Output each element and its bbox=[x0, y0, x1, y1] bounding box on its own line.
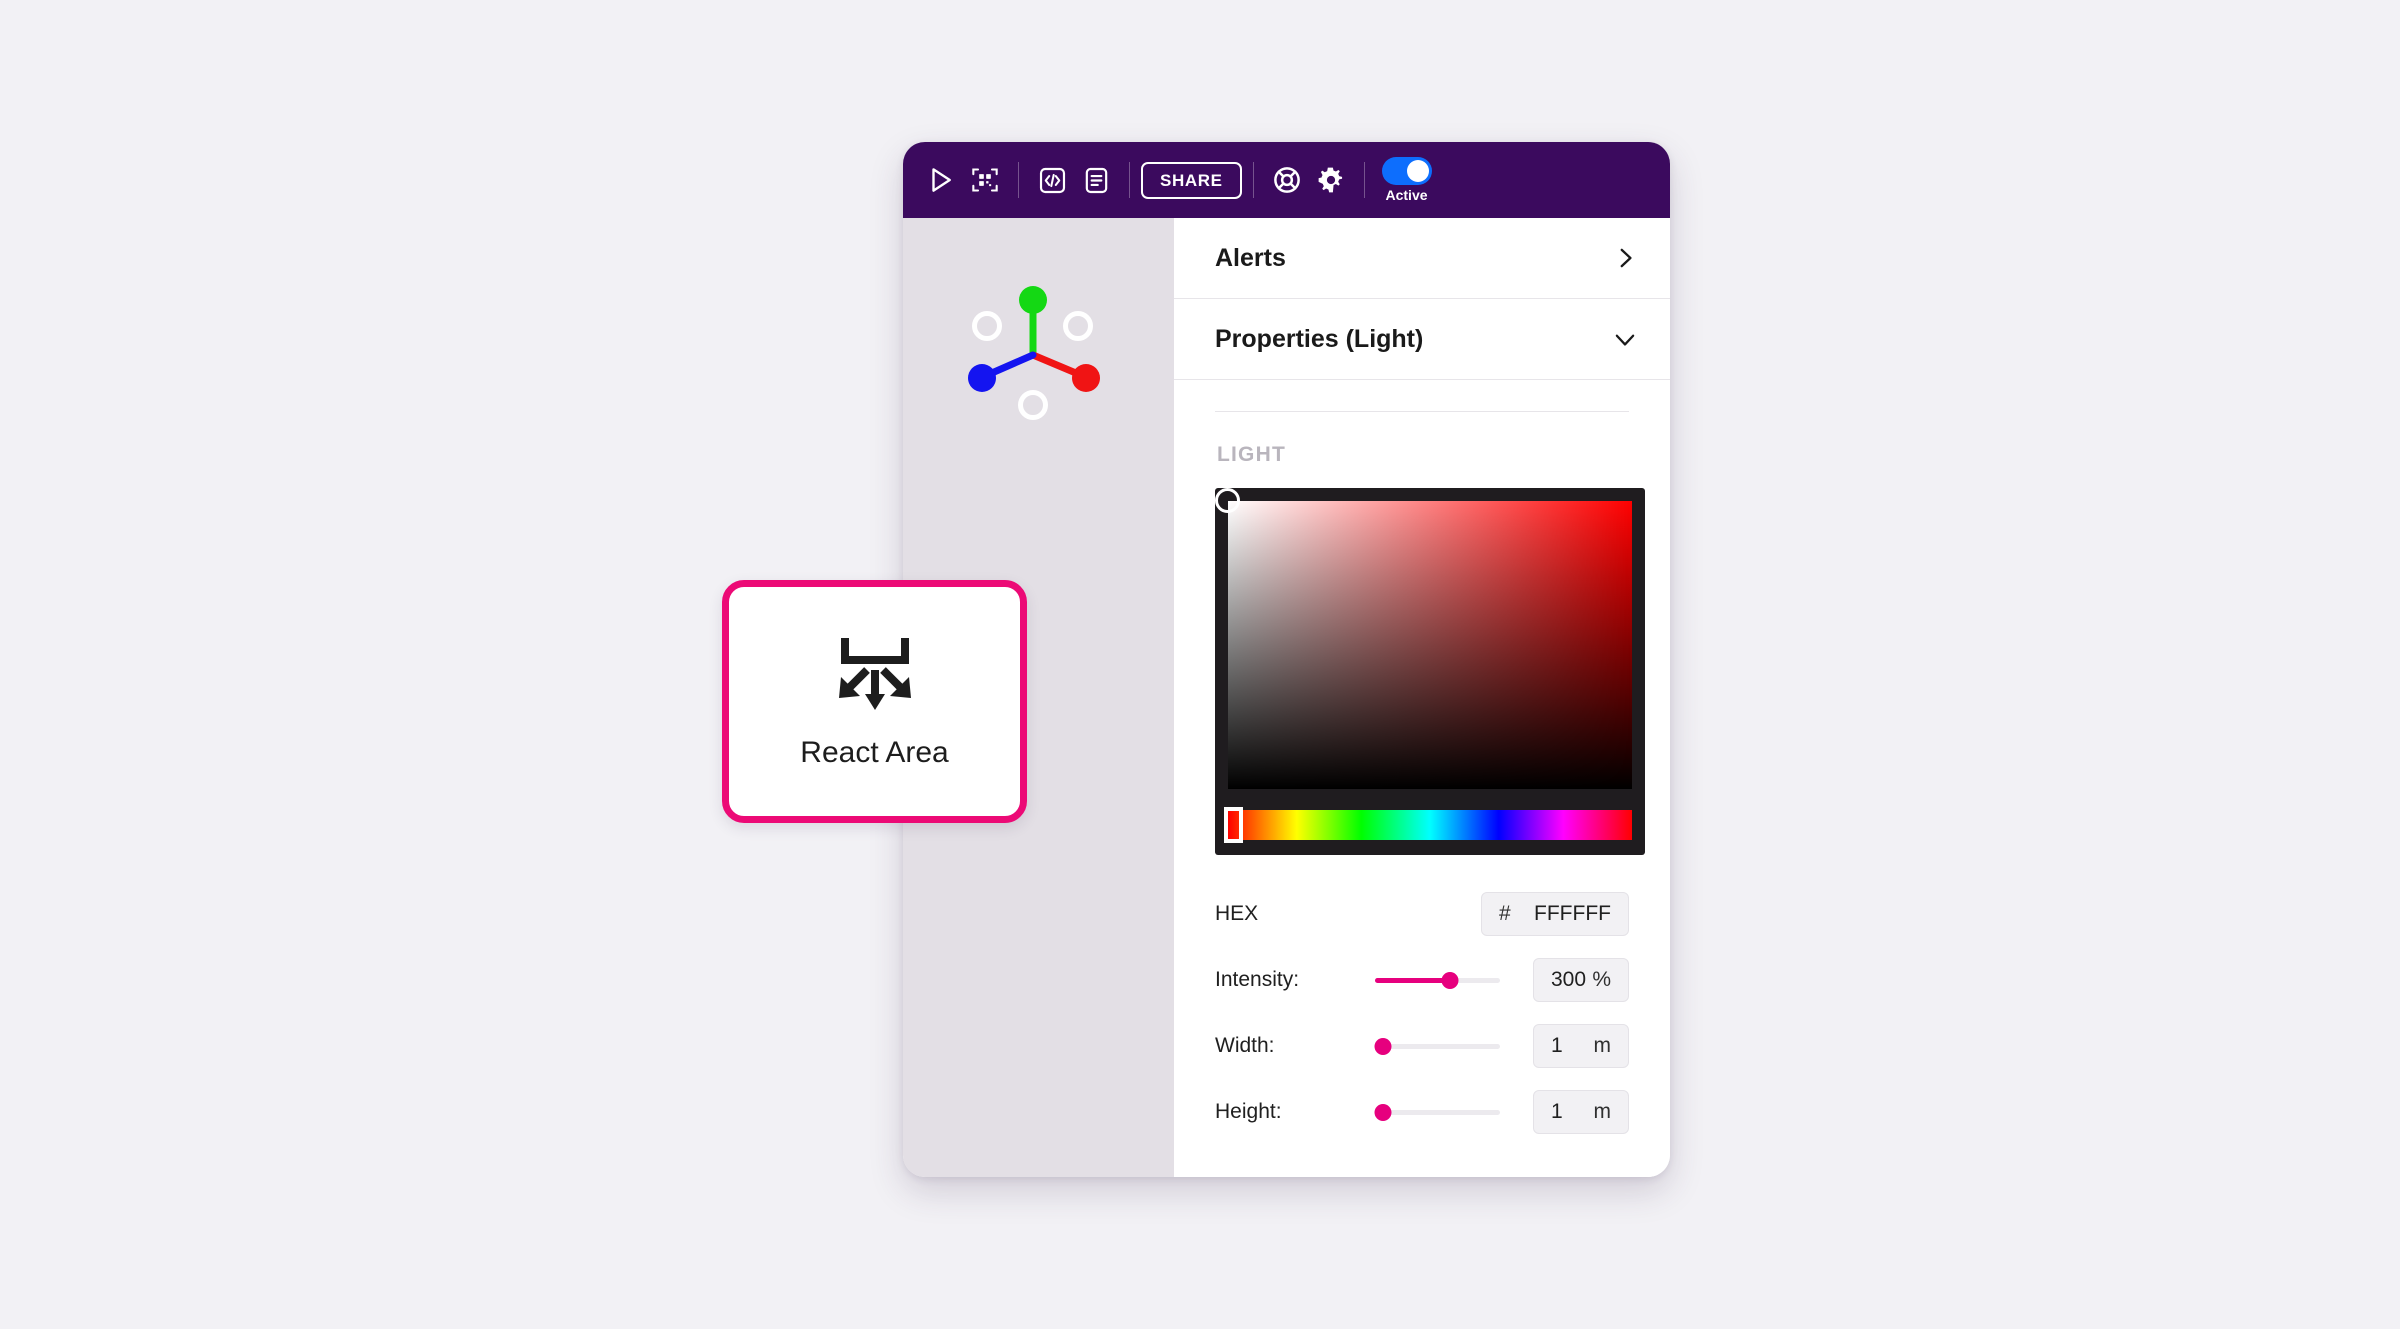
intensity-unit: % bbox=[1592, 968, 1611, 991]
section-header-alerts[interactable]: Alerts bbox=[1174, 218, 1670, 299]
property-row-height: Height: 1 m bbox=[1215, 1079, 1629, 1145]
width-input[interactable]: 1 m bbox=[1533, 1024, 1629, 1068]
qr-scan-button[interactable] bbox=[963, 158, 1007, 202]
gizmo-x-axis-handle bbox=[1072, 364, 1100, 392]
qr-scan-icon bbox=[972, 168, 998, 192]
hue-slider[interactable] bbox=[1224, 807, 1632, 843]
code-button[interactable] bbox=[1030, 158, 1074, 202]
toolbar: SHARE Active bbox=[903, 142, 1670, 218]
section-divider bbox=[1215, 411, 1629, 412]
react-area-label: React Area bbox=[800, 735, 949, 769]
settings-button[interactable] bbox=[1309, 158, 1353, 202]
property-label-intensity: Intensity: bbox=[1215, 968, 1300, 991]
section-title-properties-light: Properties (Light) bbox=[1215, 324, 1424, 353]
group-label-light: LIGHT bbox=[1217, 443, 1286, 466]
height-slider[interactable] bbox=[1374, 1102, 1500, 1122]
gizmo-neg-x-handle bbox=[972, 311, 1002, 341]
gizmo-y-axis-handle bbox=[1019, 286, 1047, 314]
color-picker[interactable] bbox=[1215, 488, 1645, 855]
property-row-hex: HEX # FFFFFF bbox=[1215, 881, 1629, 947]
height-input[interactable]: 1 m bbox=[1533, 1090, 1629, 1134]
active-toggle-label: Active bbox=[1385, 187, 1428, 203]
toolbar-divider-3 bbox=[1252, 162, 1254, 198]
properties-panel: Alerts Properties (Light) LIGHT HEX # FF… bbox=[1174, 218, 1670, 1177]
intensity-slider-fill bbox=[1375, 978, 1450, 983]
intensity-slider[interactable] bbox=[1375, 970, 1500, 990]
width-value: 1 bbox=[1551, 1034, 1563, 1057]
share-button[interactable]: SHARE bbox=[1141, 161, 1242, 199]
gear-icon bbox=[1318, 167, 1342, 193]
intensity-value: 300 bbox=[1551, 968, 1587, 991]
toolbar-divider-4 bbox=[1363, 162, 1365, 198]
height-slider-track bbox=[1375, 1110, 1500, 1115]
toolbar-divider-1 bbox=[1018, 162, 1019, 198]
life-ring-icon bbox=[1273, 167, 1300, 193]
hash-symbol: # bbox=[1499, 902, 1511, 925]
intensity-slider-thumb[interactable] bbox=[1441, 972, 1459, 989]
code-icon bbox=[1039, 167, 1065, 193]
play-icon bbox=[932, 168, 951, 192]
chevron-down-icon bbox=[1615, 334, 1635, 346]
saturation-value-handle[interactable] bbox=[1215, 488, 1240, 513]
section-title-alerts: Alerts bbox=[1215, 243, 1286, 272]
width-unit: m bbox=[1593, 1034, 1612, 1057]
gizmo-neg-z-handle bbox=[1063, 311, 1093, 341]
property-row-intensity: Intensity: 300 % bbox=[1215, 947, 1629, 1013]
active-toggle[interactable] bbox=[1381, 157, 1432, 185]
play-button[interactable] bbox=[919, 158, 963, 202]
react-area-icon bbox=[838, 637, 911, 710]
property-label-hex: HEX bbox=[1215, 902, 1259, 925]
help-button[interactable] bbox=[1265, 158, 1309, 202]
hue-slider-handle[interactable] bbox=[1224, 807, 1243, 843]
property-label-height: Height: bbox=[1215, 1100, 1282, 1123]
height-unit: m bbox=[1593, 1100, 1612, 1123]
axis-gizmo[interactable] bbox=[943, 250, 1133, 430]
width-slider-thumb[interactable] bbox=[1374, 1038, 1391, 1055]
document-button[interactable] bbox=[1074, 158, 1118, 202]
hex-input[interactable]: # FFFFFF bbox=[1481, 892, 1629, 936]
react-area-card[interactable]: React Area bbox=[722, 580, 1027, 823]
saturation-value-area[interactable] bbox=[1215, 488, 1632, 789]
toolbar-divider-2 bbox=[1129, 162, 1130, 198]
intensity-input[interactable]: 300 % bbox=[1533, 958, 1629, 1002]
document-icon bbox=[1085, 167, 1107, 193]
hex-value: FFFFFF bbox=[1534, 902, 1611, 925]
active-toggle-group[interactable]: Active bbox=[1381, 157, 1432, 203]
light-properties-body: LIGHT HEX # FFFFFF Intensity: 300 % Widt… bbox=[1174, 411, 1670, 1145]
height-value: 1 bbox=[1551, 1100, 1563, 1123]
chevron-right-icon bbox=[1620, 248, 1632, 268]
gizmo-z-axis-handle bbox=[968, 364, 996, 392]
width-slider-track bbox=[1375, 1044, 1500, 1049]
property-label-width: Width: bbox=[1215, 1034, 1275, 1057]
property-row-width: Width: 1 m bbox=[1215, 1013, 1629, 1079]
height-slider-thumb[interactable] bbox=[1374, 1104, 1391, 1121]
width-slider[interactable] bbox=[1374, 1036, 1500, 1056]
gizmo-neg-y-handle bbox=[1018, 390, 1048, 420]
section-header-properties-light[interactable]: Properties (Light) bbox=[1174, 299, 1670, 380]
